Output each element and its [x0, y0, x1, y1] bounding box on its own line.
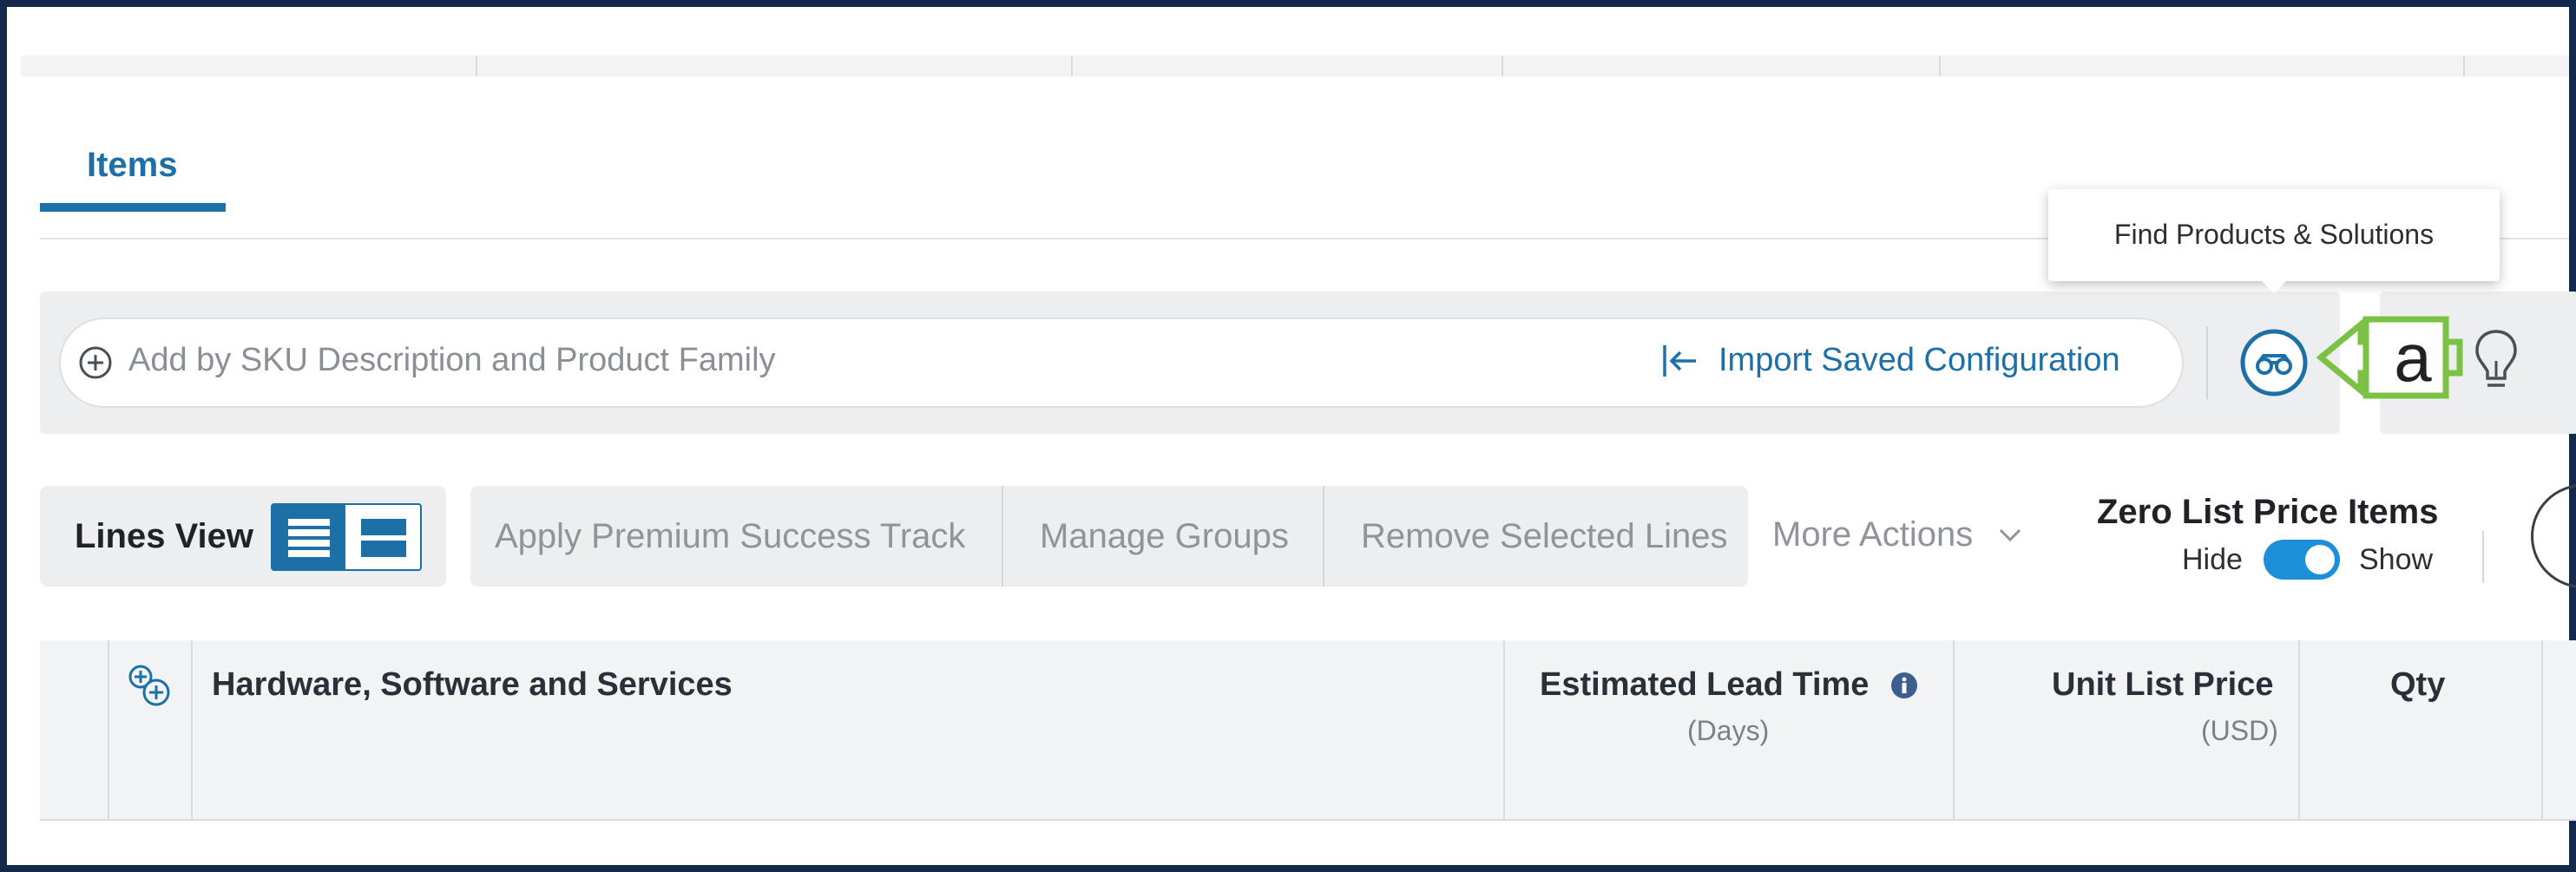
unit-price-currency: (USD) [2201, 715, 2278, 746]
action-divider [1323, 486, 1324, 587]
chevron-down-icon [1999, 528, 2021, 542]
column-divider [1953, 640, 1955, 821]
top-strip-divider [2463, 56, 2465, 76]
top-strip [21, 56, 2569, 76]
top-strip-divider [1939, 56, 1941, 76]
apply-premium-success-track-button[interactable]: Apply Premium Success Track [495, 517, 965, 556]
show-label: Show [2359, 543, 2434, 576]
column-divider [2541, 640, 2543, 821]
remove-selected-lines-button[interactable]: Remove Selected Lines [1361, 517, 1727, 556]
column-divider [1503, 640, 1505, 821]
add-circle-icon [79, 346, 112, 379]
manage-groups-button[interactable]: Manage Groups [1040, 517, 1289, 556]
active-tab-indicator [40, 203, 226, 212]
lines-view-label: Lines View [75, 517, 254, 555]
list-view-icon [288, 519, 330, 557]
column-divider [108, 640, 109, 821]
info-icon[interactable] [1890, 672, 1918, 699]
toggle-knob [2305, 545, 2335, 574]
annotation-letter: a [2394, 319, 2432, 396]
hide-label: Hide [2182, 543, 2243, 576]
search-divider [2206, 326, 2208, 399]
column-header-lead-time: Estimated Lead Time [1540, 666, 1870, 703]
import-icon[interactable] [1659, 340, 1701, 382]
tooltip-text: Find Products & Solutions [2113, 219, 2435, 250]
zero-list-price-title: Zero List Price Items [2097, 493, 2439, 531]
tab-items[interactable]: Items [87, 146, 178, 185]
card-view-icon[interactable] [361, 519, 406, 557]
column-header-qty: Qty [2390, 666, 2446, 703]
action-divider [1002, 486, 1003, 587]
lightbulb-icon[interactable] [2472, 326, 2520, 396]
column-divider [2298, 640, 2300, 821]
top-strip-divider [476, 56, 477, 76]
toolbar-divider [2482, 531, 2484, 583]
circular-button-partial[interactable] [2531, 484, 2576, 588]
lead-time-unit: (Days) [1687, 715, 1770, 746]
expand-all-icon[interactable] [125, 661, 174, 710]
more-actions-dropdown[interactable]: More Actions [1772, 515, 1973, 554]
import-saved-configuration-link[interactable]: Import Saved Configuration [1718, 342, 2120, 379]
tooltip-caret [2260, 279, 2288, 293]
top-strip-divider [1502, 56, 1503, 76]
search-placeholder: Add by SKU Description and Product Famil… [128, 342, 776, 378]
binoculars-icon[interactable] [2239, 328, 2309, 397]
column-divider [191, 640, 193, 821]
top-strip-divider [1071, 56, 1073, 76]
column-header-hardware: Hardware, Software and Services [212, 666, 733, 703]
column-header-unit-list-price: Unit List Price [2052, 666, 2274, 703]
